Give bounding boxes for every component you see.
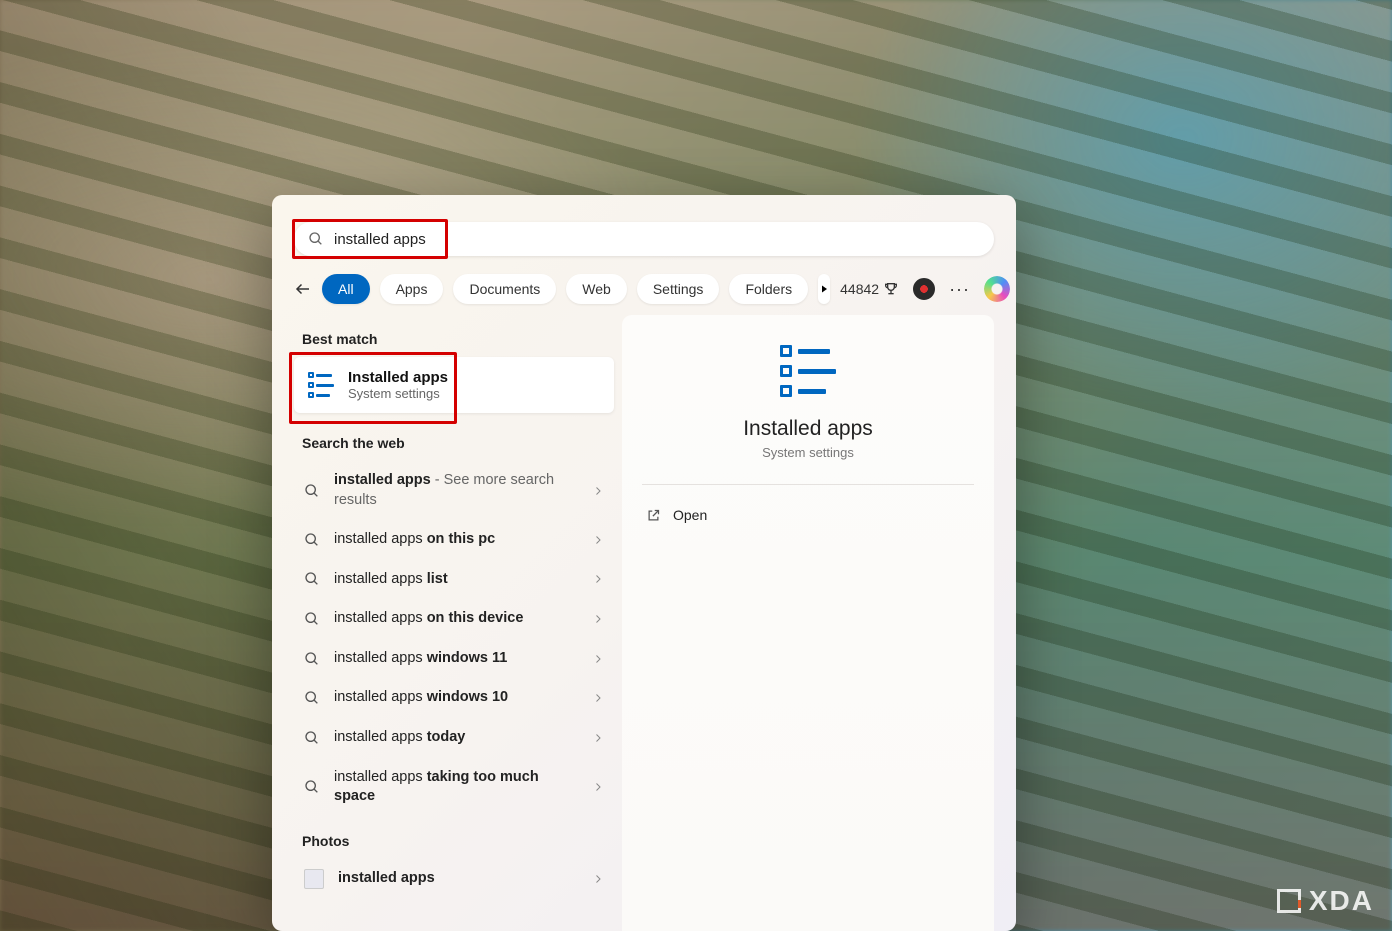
open-external-icon xyxy=(646,508,661,523)
search-input[interactable] xyxy=(334,231,980,248)
tab-label: Apps xyxy=(396,281,428,297)
tab-label: Documents xyxy=(469,281,540,297)
search-icon xyxy=(304,571,320,587)
photos-header: Photos xyxy=(302,833,606,849)
web-result[interactable]: installed apps today xyxy=(294,718,614,758)
tab-label: Web xyxy=(582,281,611,297)
web-result[interactable]: installed apps windows 11 xyxy=(294,639,614,679)
watermark: XDA xyxy=(1277,885,1374,917)
web-result-text: installed apps on this pc xyxy=(334,530,578,550)
detail-subtitle: System settings xyxy=(762,445,854,460)
web-result-text: installed apps windows 11 xyxy=(334,649,578,669)
photo-result-text: installed apps xyxy=(338,869,578,889)
web-result-text: installed apps list xyxy=(334,570,578,590)
web-result-text: installed apps windows 10 xyxy=(334,688,578,708)
chevron-right-icon xyxy=(592,613,604,625)
chevron-right-icon xyxy=(592,534,604,546)
web-result[interactable]: installed apps - See more search results xyxy=(294,461,614,520)
installed-apps-icon xyxy=(308,371,336,399)
web-result-text: installed apps - See more search results xyxy=(334,471,578,510)
open-action[interactable]: Open xyxy=(642,499,974,531)
search-icon xyxy=(304,532,320,548)
detail-title: Installed apps xyxy=(743,417,873,441)
divider xyxy=(642,484,974,485)
web-result-text: installed apps taking too much space xyxy=(334,768,578,807)
watermark-icon xyxy=(1277,889,1301,913)
web-result-text: installed apps on this device xyxy=(334,609,578,629)
back-button[interactable] xyxy=(294,272,312,306)
search-icon xyxy=(304,730,320,746)
tab-label: Settings xyxy=(653,281,704,297)
tab-web[interactable]: Web xyxy=(566,274,627,304)
search-icon xyxy=(308,231,324,247)
profile-avatar[interactable] xyxy=(913,278,935,300)
chevron-right-icon xyxy=(592,781,604,793)
tabs-scroll-right-button[interactable] xyxy=(818,274,830,304)
search-icon xyxy=(304,651,320,667)
detail-pane: Installed apps System settings Open xyxy=(622,315,994,931)
search-icon xyxy=(304,611,320,627)
tab-all[interactable]: All xyxy=(322,274,370,304)
results-column: Best match Installed apps System setting… xyxy=(294,319,614,899)
chevron-right-icon xyxy=(592,873,604,885)
chevron-right-icon xyxy=(592,732,604,744)
web-result[interactable]: installed apps on this device xyxy=(294,599,614,639)
best-match-title: Installed apps xyxy=(348,369,448,386)
tab-label: Folders xyxy=(745,281,792,297)
search-icon xyxy=(304,690,320,706)
web-result[interactable]: installed apps windows 10 xyxy=(294,678,614,718)
start-search-flyout: All Apps Documents Web Settings Folders … xyxy=(272,195,1016,931)
search-icon xyxy=(304,779,320,795)
search-bar[interactable] xyxy=(294,222,994,256)
search-icon xyxy=(304,483,320,499)
tab-label: All xyxy=(338,281,354,297)
trophy-icon xyxy=(883,281,899,297)
web-result-text: installed apps today xyxy=(334,728,578,748)
tab-settings[interactable]: Settings xyxy=(637,274,720,304)
chevron-right-icon xyxy=(592,573,604,585)
best-match-header: Best match xyxy=(302,331,606,347)
tab-apps[interactable]: Apps xyxy=(380,274,444,304)
web-result[interactable]: installed apps on this pc xyxy=(294,520,614,560)
tab-folders[interactable]: Folders xyxy=(729,274,808,304)
rewards-points-value: 44842 xyxy=(840,281,879,297)
search-web-header: Search the web xyxy=(302,435,606,451)
watermark-text: XDA xyxy=(1309,885,1374,917)
tab-documents[interactable]: Documents xyxy=(453,274,556,304)
chevron-right-icon xyxy=(592,653,604,665)
rewards-points[interactable]: 44842 xyxy=(840,281,899,297)
best-match-subtitle: System settings xyxy=(348,386,448,401)
more-options-button[interactable]: ··· xyxy=(949,279,970,300)
photo-thumbnail xyxy=(304,869,324,889)
web-result[interactable]: installed apps list xyxy=(294,560,614,600)
filter-row: All Apps Documents Web Settings Folders … xyxy=(294,267,994,311)
installed-apps-icon xyxy=(780,343,836,399)
open-label: Open xyxy=(673,507,707,523)
chevron-right-icon xyxy=(592,485,604,497)
chevron-right-icon xyxy=(592,692,604,704)
best-match-result[interactable]: Installed apps System settings xyxy=(294,357,614,413)
web-result[interactable]: installed apps taking too much space xyxy=(294,758,614,817)
copilot-icon[interactable] xyxy=(984,276,1010,302)
photo-result[interactable]: installed apps xyxy=(294,859,614,899)
